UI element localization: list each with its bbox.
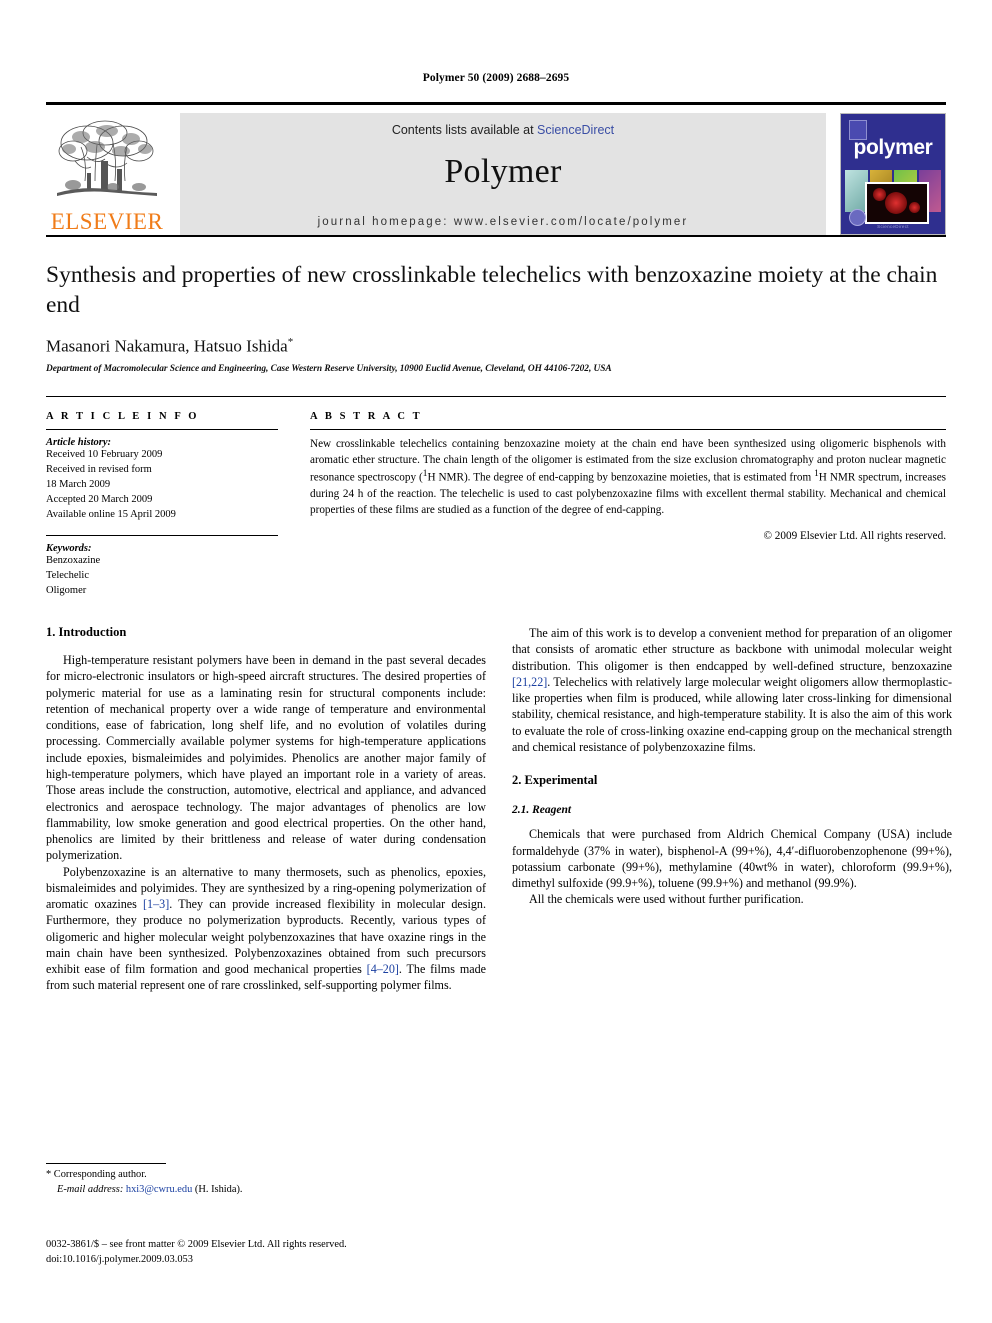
sciencedirect-link[interactable]: ScienceDirect: [537, 123, 614, 137]
email-note: E-mail address: hxi3@cwru.edu (H. Ishida…: [46, 1183, 486, 1198]
keyword-item: Oligomer: [46, 585, 87, 597]
keyword-item: Benzoxazine: [46, 555, 101, 567]
article-info-rule: [46, 428, 278, 430]
bottom-matter: 0032-3861/$ – see front matter © 2009 El…: [46, 1238, 347, 1268]
abstract-heading: A B S T R A C T: [310, 410, 423, 422]
journal-title: Polymer: [444, 153, 562, 190]
body-column-right: The aim of this work is to develop a con…: [512, 625, 952, 994]
affiliation: Department of Macromolecular Science and…: [46, 363, 612, 374]
abstract-copyright: © 2009 Elsevier Ltd. All rights reserved…: [763, 529, 947, 542]
section-heading-experimental: 2. Experimental: [512, 773, 598, 788]
intro-paragraph-2: Polybenzoxazine is an alternative to man…: [46, 864, 486, 994]
cover-inset-micrograph: [865, 182, 929, 224]
author-names: Masanori Nakamura, Hatsuo Ishida: [46, 336, 288, 356]
keyword-item: Telechelic: [46, 570, 89, 582]
section-heading-introduction: 1. Introduction: [46, 625, 127, 640]
article-info-heading: A R T I C L E I N F O: [46, 410, 200, 422]
article-history-label: Article history:: [46, 436, 112, 448]
history-item: Available online 15 April 2009: [46, 508, 176, 520]
elsevier-tree-icon: [57, 120, 157, 196]
issn-copyright-line: 0032-3861/$ – see front matter © 2009 El…: [46, 1239, 347, 1250]
citation-link-1-3[interactable]: [1–3]: [143, 897, 169, 911]
reagent-paragraph-2: All the chemicals were used without furt…: [529, 892, 804, 907]
footnote-rule: [46, 1163, 166, 1164]
history-item: Accepted 20 March 2009: [46, 493, 153, 505]
cover-title: polymer: [853, 136, 933, 159]
reagent-paragraph-1: Chemicals that were purchased from Aldri…: [512, 827, 952, 891]
doi-line[interactable]: doi:10.1016/j.polymer.2009.03.053: [46, 1253, 347, 1268]
intro-p3-part-b: . Telechelics with relatively large mole…: [512, 674, 952, 754]
elsevier-logo: ELSEVIER: [46, 113, 168, 235]
running-head: Polymer 50 (2009) 2688–2695: [422, 72, 570, 84]
contents-prefix: Contents lists available at: [391, 123, 538, 137]
cover-footer-text: ScienceDirect: [877, 224, 909, 229]
journal-homepage-link[interactable]: journal homepage: www.elsevier.com/locat…: [180, 216, 826, 228]
keywords-block: Keywords: Benzoxazine Telechelic Oligome…: [46, 535, 278, 599]
banner-bottom-rule: [46, 235, 946, 237]
author-list: Masanori Nakamura, Hatsuo Ishida*: [46, 336, 946, 357]
email-link[interactable]: hxi3@cwru.edu: [126, 1184, 192, 1195]
body-columns: 1. Introduction High-temperature resista…: [46, 625, 952, 994]
page-title: Synthesis and properties of new crosslin…: [46, 262, 938, 318]
corresponding-author-note: * Corresponding author.: [46, 1169, 147, 1180]
history-item: Received in revised form: [46, 463, 152, 475]
history-item: 18 March 2009: [46, 478, 111, 490]
journal-banner: ELSEVIER Contents lists available at Sci…: [46, 102, 946, 235]
intro-p3-part-a: The aim of this work is to develop a con…: [512, 626, 952, 673]
journal-cover-thumbnail: polymer ScienceDirect: [840, 113, 946, 235]
keywords-rule: [46, 535, 278, 537]
citation-link-21-22[interactable]: [21,22]: [512, 675, 547, 689]
subsection-heading-reagent: 2.1. Reagent: [512, 804, 572, 817]
history-item: Received 10 February 2009: [46, 448, 163, 460]
banner-center: Contents lists available at ScienceDirec…: [180, 113, 826, 235]
contents-available-line: Contents lists available at ScienceDirec…: [392, 123, 614, 137]
intro-paragraph-3: The aim of this work is to develop a con…: [512, 625, 952, 755]
body-column-left: 1. Introduction High-temperature resista…: [46, 625, 486, 994]
keywords-label: Keywords:: [46, 543, 92, 555]
email-owner: (H. Ishida).: [194, 1183, 243, 1195]
article-page: Polymer 50 (2009) 2688–2695 ELSEVIER Con…: [0, 0, 992, 1323]
info-abstract-region: A R T I C L E I N F O Article history: R…: [46, 395, 946, 599]
footnote-block: * Corresponding author. E-mail address: …: [46, 1163, 486, 1198]
intro-paragraph-1: High-temperature resistant polymers have…: [46, 653, 486, 863]
abstract-rule: [310, 428, 946, 430]
abstract-column: A B S T R A C T New crosslinkable telech…: [304, 411, 946, 599]
elsevier-wordmark: ELSEVIER: [50, 209, 164, 234]
citation-link-4-20[interactable]: [4–20]: [367, 962, 399, 976]
corresponding-author-marker: *: [287, 336, 294, 349]
abstract-body: New crosslinkable telechelics containing…: [310, 437, 947, 516]
article-info-column: A R T I C L E I N F O Article history: R…: [46, 411, 304, 599]
title-block: Synthesis and properties of new crosslin…: [46, 261, 946, 374]
email-label: E-mail address:: [57, 1183, 124, 1195]
